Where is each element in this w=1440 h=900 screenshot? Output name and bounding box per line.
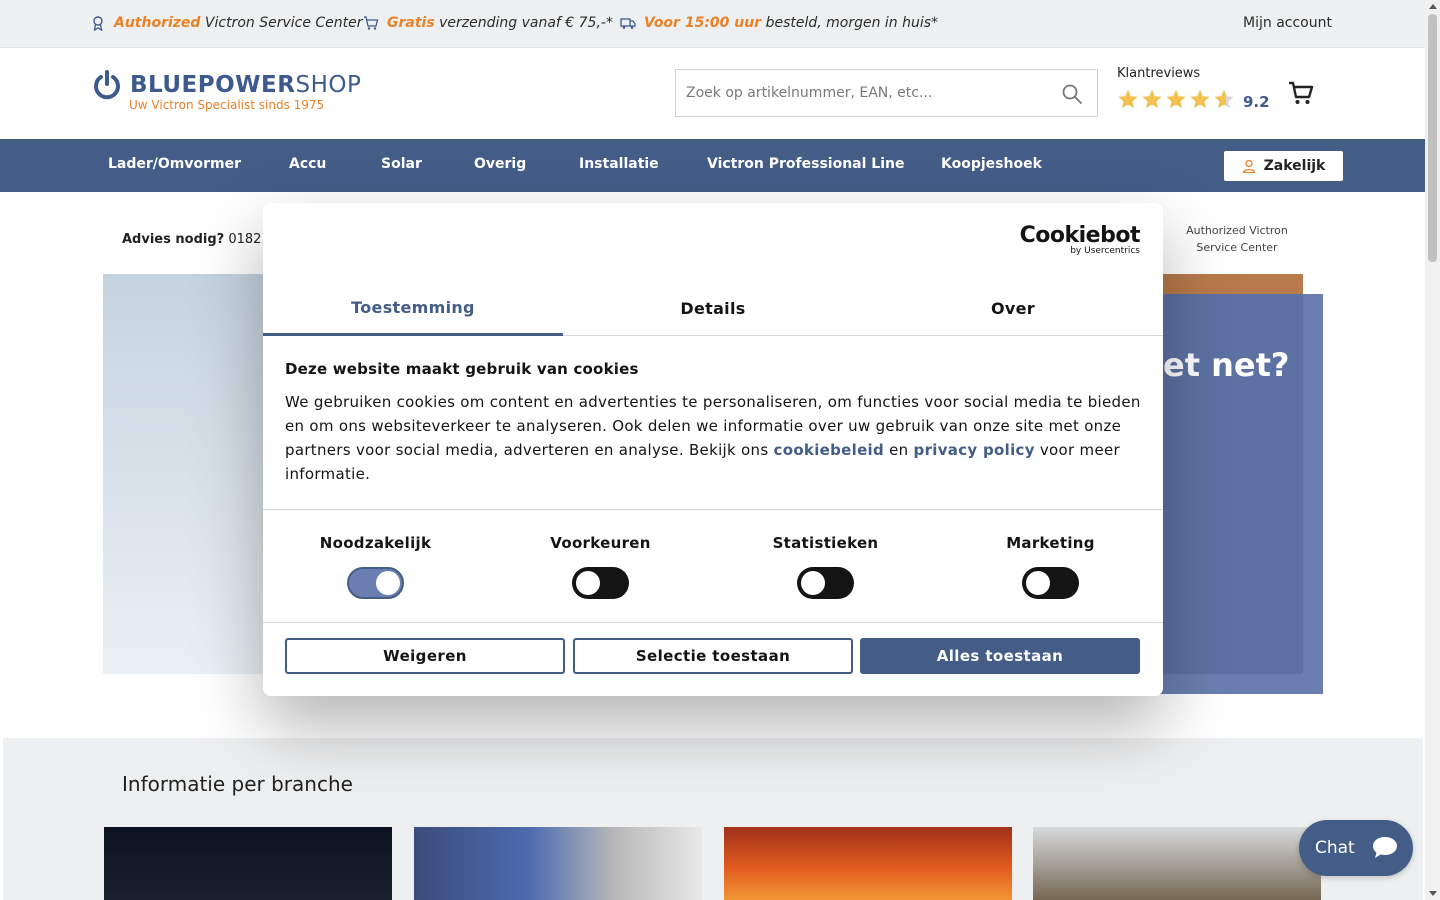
scrollbar-thumb[interactable] xyxy=(1428,14,1437,262)
search-input[interactable] xyxy=(686,82,1046,104)
privacy-policy-link[interactable]: privacy policy xyxy=(914,441,1035,459)
top-usp-bar: Authorized Victron Service Center Gratis… xyxy=(0,0,1425,48)
allow-selection-button[interactable]: Selectie toestaan xyxy=(573,638,853,674)
cookie-description: Deze website maakt gebruik van cookies W… xyxy=(285,360,1145,486)
deny-button[interactable]: Weigeren xyxy=(285,638,565,674)
toggle-label: Voorkeuren xyxy=(550,534,651,552)
cookie-consent-dialog: Cookiebot by Usercentrics Toestemming De… xyxy=(263,203,1163,696)
nav-item-koopjeshoek[interactable]: Koopjeshoek xyxy=(941,156,1042,172)
zakelijk-label: Zakelijk xyxy=(1263,158,1326,174)
toggle-switch-noodzakelijk[interactable] xyxy=(347,567,404,599)
nav-item-accu[interactable]: Accu xyxy=(289,156,326,172)
cookiebot-wordmark: Cookiebot xyxy=(1019,223,1141,248)
branche-card-home[interactable] xyxy=(104,827,392,900)
toggle-noodzakelijk: Noodzakelijk xyxy=(263,534,488,599)
toggle-knob xyxy=(1026,571,1050,595)
tab-details[interactable]: Details xyxy=(563,281,863,336)
advies-label: Advies nodig? xyxy=(122,232,225,247)
toggle-knob xyxy=(576,571,600,595)
truck-icon xyxy=(620,18,636,29)
tab-over[interactable]: Over xyxy=(863,281,1163,336)
chat-label: Chat xyxy=(1315,838,1355,858)
my-account-link[interactable]: Mijn account xyxy=(1243,15,1332,31)
nav-item-installatie[interactable]: Installatie xyxy=(579,156,659,172)
toggle-label: Marketing xyxy=(1006,534,1095,552)
site-logo[interactable]: BLUEPOWERSHOP Uw Victron Specialist sind… xyxy=(92,68,382,118)
logo-wordmark: BLUEPOWERSHOP xyxy=(130,72,362,98)
advies-phone[interactable]: 0182 xyxy=(228,232,261,247)
cart-icon xyxy=(364,16,379,30)
chat-button[interactable]: Chat xyxy=(1299,820,1413,876)
nav-item-overig[interactable]: Overig xyxy=(474,156,526,172)
star-icon xyxy=(1190,89,1210,109)
hero-image-strip xyxy=(1163,274,1303,294)
usp-text: besteld, morgen in huis* xyxy=(765,15,939,31)
branche-title: Informatie per branche xyxy=(122,772,353,796)
nav-item-solar[interactable]: Solar xyxy=(381,156,422,172)
toggle-knob xyxy=(376,571,400,595)
scroll-up-arrow-icon[interactable] xyxy=(1429,4,1437,9)
business-user-icon xyxy=(1242,159,1255,173)
tab-toestemming[interactable]: Toestemming xyxy=(263,281,563,336)
toggle-switch-voorkeuren[interactable] xyxy=(572,567,629,599)
chat-bubble xyxy=(1361,824,1409,872)
toggle-marketing: Marketing xyxy=(938,534,1163,599)
star-half-icon xyxy=(1214,89,1234,109)
reviews-label: Klantreviews xyxy=(1117,66,1201,81)
toggle-switch-marketing[interactable] xyxy=(1022,567,1079,599)
cookiebot-logo: Cookiebot by Usercentrics xyxy=(1019,223,1141,256)
award-icon xyxy=(93,16,103,31)
customer-reviews[interactable]: Klantreviews 9.2 xyxy=(1117,66,1270,111)
usp-text: verzending vanaf € 75,-* xyxy=(439,15,613,31)
cookie-tabs: Toestemming Details Over xyxy=(263,281,1163,336)
usp-highlight: Authorized xyxy=(114,15,201,31)
toggle-label: Statistieken xyxy=(772,534,879,552)
shopping-cart-icon[interactable] xyxy=(1287,79,1315,107)
authorized-badge: Authorized Victron Service Center xyxy=(1186,224,1288,254)
chat-bubble-icon xyxy=(1373,837,1397,858)
scroll-down-arrow-icon[interactable] xyxy=(1429,891,1437,896)
search-box[interactable] xyxy=(675,69,1098,117)
usp-text: Victron Service Center xyxy=(204,15,363,31)
advice-line: Advies nodig? 0182 xyxy=(122,232,261,247)
star-icon xyxy=(1118,89,1138,109)
toggle-label: Noodzakelijk xyxy=(319,534,432,552)
hero-title: et net? xyxy=(1163,346,1290,384)
toggle-switch-statistieken[interactable] xyxy=(797,567,854,599)
toggle-voorkeuren: Voorkeuren xyxy=(488,534,713,599)
search-icon[interactable] xyxy=(1061,83,1083,105)
usp-highlight: Voor 15:00 uur xyxy=(644,15,762,31)
cookiebeleid-link[interactable]: cookiebeleid xyxy=(774,441,885,459)
zakelijk-button[interactable]: Zakelijk xyxy=(1224,151,1343,181)
page-scrollbar[interactable] xyxy=(1425,0,1440,900)
branche-card-marine[interactable] xyxy=(724,827,1012,900)
usp-delivery: Voor 15:00 uur besteld, morgen in huis* xyxy=(620,15,938,31)
hero-image-panel xyxy=(103,274,263,674)
branche-section: Informatie per branche xyxy=(3,738,1423,900)
cookie-heading: Deze website maakt gebruik van cookies xyxy=(285,360,639,378)
star-icon xyxy=(1166,89,1186,109)
star-icon xyxy=(1142,89,1162,109)
usp-shipping: Gratis verzending vanaf € 75,-* xyxy=(363,15,613,31)
divider xyxy=(263,509,1163,510)
reviews-score: 9.2 xyxy=(1243,93,1270,111)
toggle-knob xyxy=(801,571,825,595)
power-icon xyxy=(94,70,120,100)
site-header: BLUEPOWERSHOP Uw Victron Specialist sind… xyxy=(0,48,1425,139)
nav-item-victron-professional[interactable]: Victron Professional Line xyxy=(707,156,904,172)
nav-item-lader-omvormer[interactable]: Lader/Omvormer xyxy=(108,156,241,172)
cookie-body: We gebruiken cookies om content en adver… xyxy=(285,393,1141,483)
usp-highlight: Gratis xyxy=(387,15,435,31)
rating-stars xyxy=(1117,88,1235,110)
allow-all-button[interactable]: Alles toestaan xyxy=(860,638,1140,674)
divider xyxy=(263,622,1163,623)
branche-card-installation[interactable] xyxy=(414,827,702,900)
logo-tagline: Uw Victron Specialist sinds 1975 xyxy=(129,98,325,112)
toggle-statistieken: Statistieken xyxy=(713,534,938,599)
branche-card-vehicle[interactable] xyxy=(1033,827,1321,900)
usp-authorized: Authorized Victron Service Center xyxy=(90,15,363,31)
main-navigation: Lader/Omvormer Accu Solar Overig Install… xyxy=(0,139,1425,192)
